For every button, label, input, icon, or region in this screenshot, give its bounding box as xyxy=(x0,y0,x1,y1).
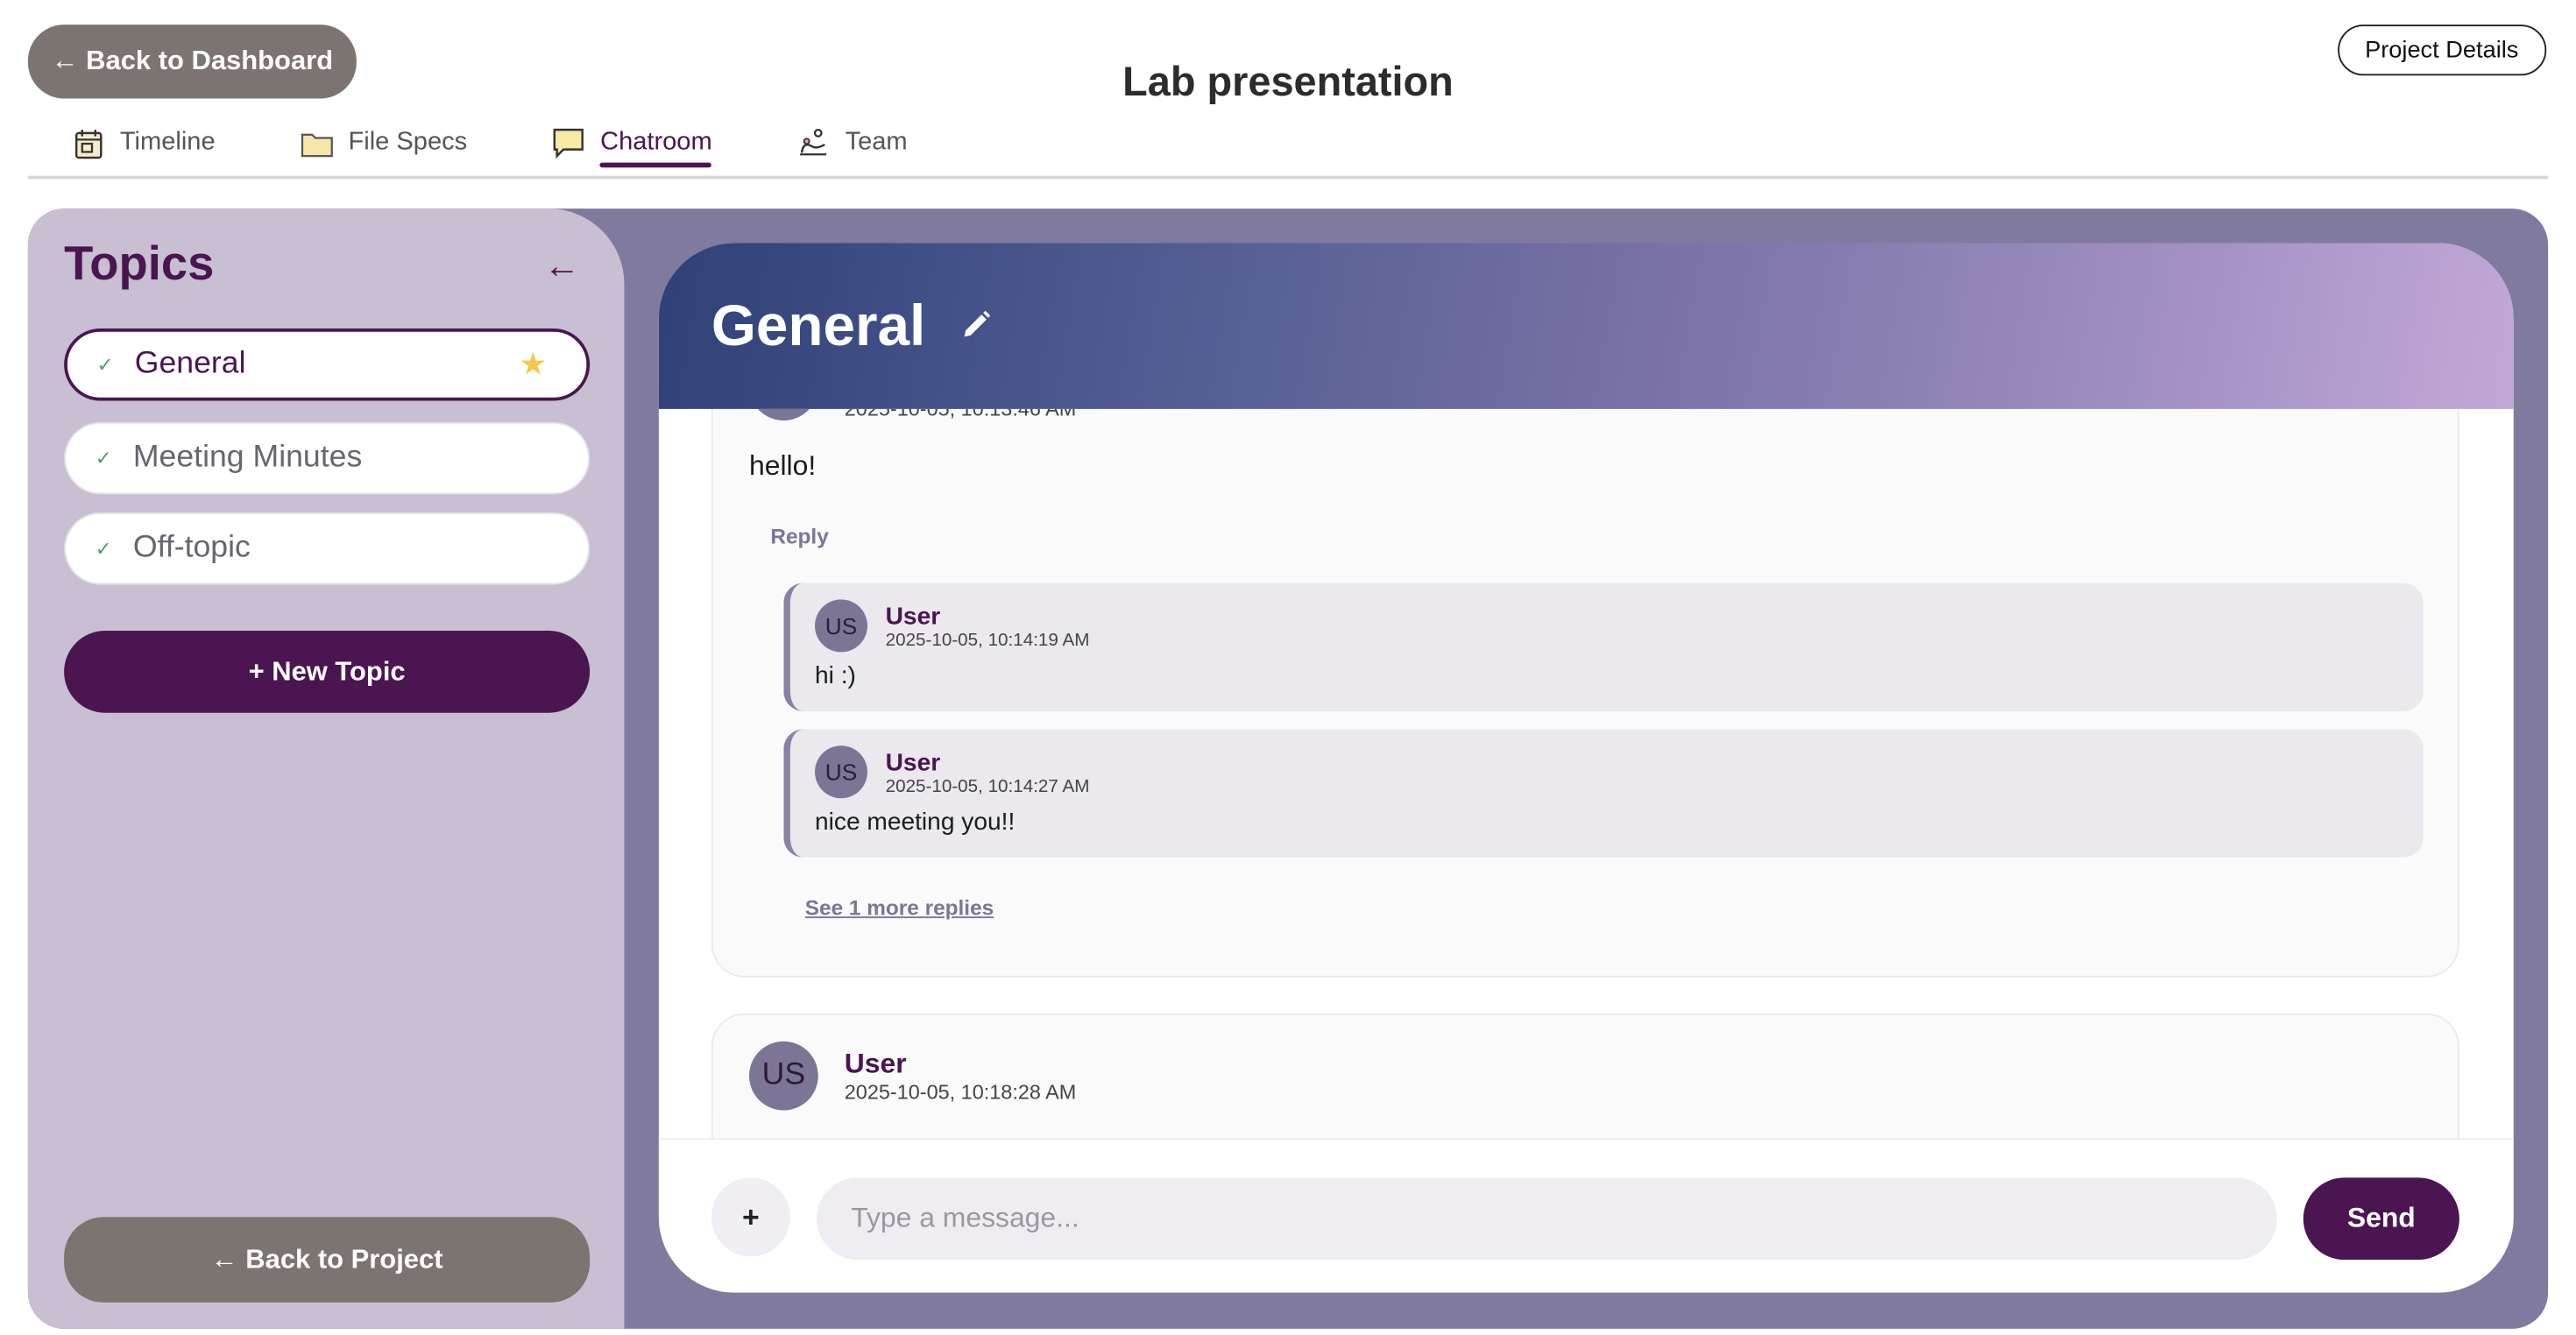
message-input[interactable] xyxy=(816,1177,2277,1261)
message-username: User xyxy=(844,1048,907,1079)
back-to-project-button[interactable]: ← Back to Project xyxy=(64,1217,591,1303)
tab-bar: Timeline File Specs Chatroom Team xyxy=(73,120,994,168)
chat-header: General xyxy=(658,243,2514,409)
message-list[interactable]: 2025-10-05, 10:13:46 AM hello! Reply US … xyxy=(659,408,2514,1139)
reply-card: US User 2025-10-05, 10:14:27 AM nice mee… xyxy=(783,729,2424,858)
message-composer: + Send xyxy=(658,1138,2514,1293)
collapse-sidebar-icon[interactable]: ← xyxy=(544,244,580,287)
chat-bubble-icon xyxy=(553,126,586,159)
page: ← Back to Dashboard Lab presentation Pro… xyxy=(0,0,2576,1334)
tab-timeline-label: Timeline xyxy=(119,128,216,157)
topic-label: General xyxy=(134,346,246,381)
send-button[interactable]: Send xyxy=(2303,1177,2459,1261)
reply-username: User xyxy=(885,603,941,631)
tab-chatroom-label: Chatroom xyxy=(600,128,712,168)
attach-button[interactable]: + xyxy=(711,1177,790,1257)
topic-off-topic[interactable]: ✓ Off-topic xyxy=(64,512,591,585)
star-icon[interactable]: ★ xyxy=(519,347,547,385)
topics-heading: Topics xyxy=(64,237,215,291)
topic-label: Off-topic xyxy=(132,530,251,565)
see-more-replies-link[interactable]: See 1 more replies xyxy=(805,895,994,920)
chatroom-frame: Topics ← ✓ General ★ ✓ Meeting Minutes ✓… xyxy=(27,208,2549,1329)
message-timestamp: 2025-10-05, 10:13:46 AM xyxy=(844,408,1077,420)
page-title: Lab presentation xyxy=(1122,59,1454,106)
new-topic-button[interactable]: + New Topic xyxy=(64,631,591,713)
avatar xyxy=(749,408,818,420)
message-card: 2025-10-05, 10:13:46 AM hello! Reply US … xyxy=(711,408,2459,978)
topics-sidebar: Topics ← ✓ General ★ ✓ Meeting Minutes ✓… xyxy=(27,208,625,1329)
topic-general[interactable]: ✓ General ★ xyxy=(64,328,591,401)
pencil-icon[interactable] xyxy=(959,309,993,350)
tab-timeline[interactable]: Timeline xyxy=(73,120,216,166)
tab-team-label: Team xyxy=(845,128,908,157)
tab-file-specs-label: File Specs xyxy=(348,128,468,157)
reply-button[interactable]: Reply xyxy=(770,524,828,548)
reply-username: User xyxy=(885,749,941,777)
avatar: US xyxy=(815,745,867,799)
team-icon xyxy=(797,126,831,159)
topic-title: General xyxy=(711,293,926,358)
check-icon: ✓ xyxy=(95,537,112,561)
message-text: hello! xyxy=(749,449,817,482)
reply-card: US User 2025-10-05, 10:14:19 AM hi :) xyxy=(783,583,2424,711)
folder-icon xyxy=(301,126,334,159)
topic-meeting-minutes[interactable]: ✓ Meeting Minutes xyxy=(64,421,591,495)
tab-chatroom[interactable]: Chatroom xyxy=(553,120,712,168)
message-card: US User 2025-10-05, 10:18:28 AM xyxy=(711,1013,2459,1139)
avatar: US xyxy=(815,599,867,653)
tab-file-specs[interactable]: File Specs xyxy=(301,120,467,166)
project-details-button[interactable]: Project Details xyxy=(2337,25,2547,76)
tab-team[interactable]: Team xyxy=(797,120,908,166)
avatar: US xyxy=(749,1041,818,1111)
check-icon: ✓ xyxy=(96,353,114,377)
chat-panel: 2025-10-05, 10:13:46 AM hello! Reply US … xyxy=(658,243,2514,1293)
message-timestamp: 2025-10-05, 10:18:28 AM xyxy=(844,1080,1077,1104)
reply-timestamp: 2025-10-05, 10:14:19 AM xyxy=(885,631,1090,651)
topic-label: Meeting Minutes xyxy=(132,440,363,475)
header-divider xyxy=(27,175,2549,180)
reply-timestamp: 2025-10-05, 10:14:27 AM xyxy=(885,776,1090,797)
calendar-icon xyxy=(73,126,106,159)
reply-text: nice meeting you!! xyxy=(815,808,1016,837)
check-icon: ✓ xyxy=(95,447,112,470)
reply-text: hi :) xyxy=(815,661,856,690)
